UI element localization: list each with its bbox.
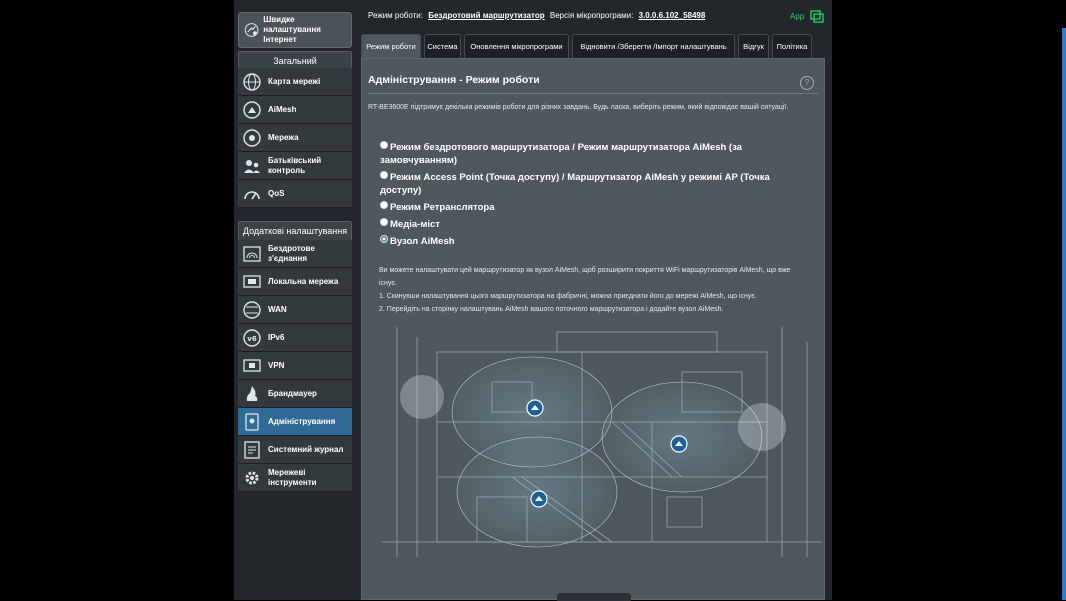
parental-icon <box>242 156 262 176</box>
qos-gauge-icon <box>242 184 262 204</box>
aimesh-icon <box>242 100 262 120</box>
tools-gear-icon <box>242 468 262 488</box>
help-icon[interactable]: ? <box>800 76 814 90</box>
router-node-bottom <box>530 490 548 508</box>
wifi-icon <box>242 244 262 264</box>
tab-policy[interactable]: Політика <box>772 34 812 58</box>
sidebar-item-label: VPN <box>268 360 285 370</box>
radio-media-bridge[interactable] <box>380 218 388 226</box>
mode-label-router: Режим бездротового маршрутизатора / Режи… <box>380 142 742 166</box>
sidebar-item-label: Бездротове з'єднання <box>268 243 315 263</box>
radio-ap[interactable] <box>380 171 388 179</box>
desc-line-1: Ви можете налаштувати цей маршрутизатор … <box>379 267 791 287</box>
sidebar-item-general-2[interactable]: Мережа <box>238 124 352 152</box>
sidebar-item-advanced-5[interactable]: Брандмауер <box>238 380 352 408</box>
firmware-link[interactable]: 3.0.0.6.102_58498 <box>639 11 706 20</box>
tab-operation-mode[interactable]: Режим роботи <box>361 34 421 58</box>
tab-bar: Режим роботи Система Оновлення мікропрог… <box>361 34 815 58</box>
router-node-right <box>670 435 688 453</box>
quick-setup-label: Швидке налаштування Інтернет <box>263 15 321 44</box>
sidebar-item-label: Мережеві інструменти <box>268 467 317 487</box>
lan-icon <box>242 272 262 292</box>
tab-system[interactable]: Система <box>424 34 461 58</box>
sidebar-item-general-0[interactable]: Карта мережі <box>238 68 352 96</box>
app-link[interactable]: App <box>790 12 804 21</box>
ipv6-icon: v6 <box>242 328 262 348</box>
admin-icon <box>242 412 262 432</box>
sidebar-item-label: WAN <box>268 304 287 314</box>
mode-label-repeater: Режим Ретранслятора <box>390 202 495 213</box>
sidebar-item-general-4[interactable]: QoS <box>238 180 352 208</box>
log-icon <box>242 440 262 460</box>
mode-label-ap: Режим Access Point (Точка доступу) / Мар… <box>380 172 770 196</box>
network-icon <box>242 128 262 148</box>
mode-option-router[interactable]: Режим бездротового маршрутизатора / Режи… <box>376 141 796 167</box>
sidebar-item-label: Брандмауер <box>268 388 317 398</box>
scrollbar[interactable] <box>1062 28 1066 600</box>
desc-line-3: 2. Перейдіть на сторінку налаштувань AiM… <box>379 306 724 313</box>
mode-radio-group: Режим бездротового маршрутизатора / Режи… <box>376 141 796 252</box>
globe-icon <box>242 72 262 92</box>
mode-option-aimesh-node[interactable]: Вузол AiMesh <box>376 235 796 248</box>
mode-option-ap[interactable]: Режим Access Point (Точка доступу) / Мар… <box>376 171 796 197</box>
desc-line-2: 1. Скинувши налаштування цього маршрутиз… <box>379 293 757 300</box>
sidebar-item-label: Батьківський контроль <box>268 155 322 175</box>
mode-label-media-bridge: Медіа-міст <box>390 219 440 230</box>
sidebar-item-general-1[interactable]: AiMesh <box>238 96 352 124</box>
sidebar-item-label: Системний журнал <box>268 444 344 454</box>
wan-globe-icon <box>242 300 262 320</box>
advanced-header: Додаткові налаштування <box>238 221 352 241</box>
radio-repeater[interactable] <box>380 201 388 209</box>
mode-description: Ви можете налаштувати цей маршрутизатор … <box>379 264 809 316</box>
op-mode-label: Режим роботи: <box>368 11 423 20</box>
mode-option-media-bridge[interactable]: Медіа-міст <box>376 218 796 231</box>
sidebar-item-advanced-3[interactable]: v6 IPv6 <box>238 324 352 352</box>
sidebar-item-label: QoS <box>268 188 285 198</box>
radio-aimesh-node[interactable] <box>380 235 388 243</box>
sidebar-item-advanced-7[interactable]: Системний журнал <box>238 436 352 464</box>
sidebar-item-advanced-6[interactable]: Адміністрування <box>238 408 352 436</box>
sidebar-item-advanced-4[interactable]: VPN <box>238 352 352 380</box>
firewall-icon <box>242 384 262 404</box>
sidebar-item-advanced-2[interactable]: WAN <box>238 296 352 324</box>
firmware-label: Версія мікропрограми: <box>549 11 634 20</box>
sidebar-item-label: AiMesh <box>268 104 297 114</box>
sidebar-item-label: IPv6 <box>268 332 285 342</box>
svg-text:v6: v6 <box>247 335 257 343</box>
mode-label-aimesh-node: Вузол AiMesh <box>390 236 455 247</box>
sidebar-item-general-3[interactable]: Батьківський контроль <box>238 152 352 180</box>
sidebar-item-label: Карта мережі <box>268 76 321 86</box>
title-divider <box>368 93 818 94</box>
sidebar-item-advanced-8[interactable]: Мережеві інструменти <box>238 464 352 492</box>
sidebar-item-advanced-0[interactable]: Бездротове з'єднання <box>238 240 352 268</box>
mode-option-repeater[interactable]: Режим Ретранслятора <box>376 201 796 214</box>
sidebar-item-label: Локальна мережа <box>268 276 339 286</box>
tab-firmware[interactable]: Оновлення мікропрограми <box>464 34 569 58</box>
aimesh-house-illustration <box>382 327 822 557</box>
page-title: Адміністрування - Режим роботи <box>368 74 540 86</box>
app-icon[interactable] <box>810 10 824 23</box>
quick-setup-button[interactable]: Швидке налаштування Інтернет <box>238 12 352 48</box>
advanced-menu: Бездротове з'єднання Локальна мережа WAN v6… <box>238 240 352 492</box>
tab-feedback[interactable]: Відгук <box>738 34 769 58</box>
general-menu: Карта мережі AiMesh Мережа Батьківський кон… <box>238 68 352 208</box>
sidebar-item-label: Мережа <box>268 132 299 142</box>
content-panel: Адміністрування - Режим роботи ? RT-BE36… <box>361 58 825 601</box>
wizard-icon <box>244 19 259 41</box>
vpn-icon <box>242 356 262 376</box>
op-mode-link[interactable]: Бездротовий маршрутизатор <box>428 11 544 20</box>
status-bar: Режим роботи: Бездротовий маршрутизатор … <box>368 11 708 20</box>
tab-restore-save[interactable]: Відновити /Зберегти /Імпорт налаштувань <box>572 34 735 58</box>
intro-text: RT-BE3600E підтримує декілька режимів ро… <box>368 104 789 111</box>
sidebar-item-advanced-1[interactable]: Локальна мережа <box>238 268 352 296</box>
sidebar-item-label: Адміністрування <box>268 416 336 426</box>
radio-router[interactable] <box>380 141 388 149</box>
router-node-top <box>526 399 544 417</box>
